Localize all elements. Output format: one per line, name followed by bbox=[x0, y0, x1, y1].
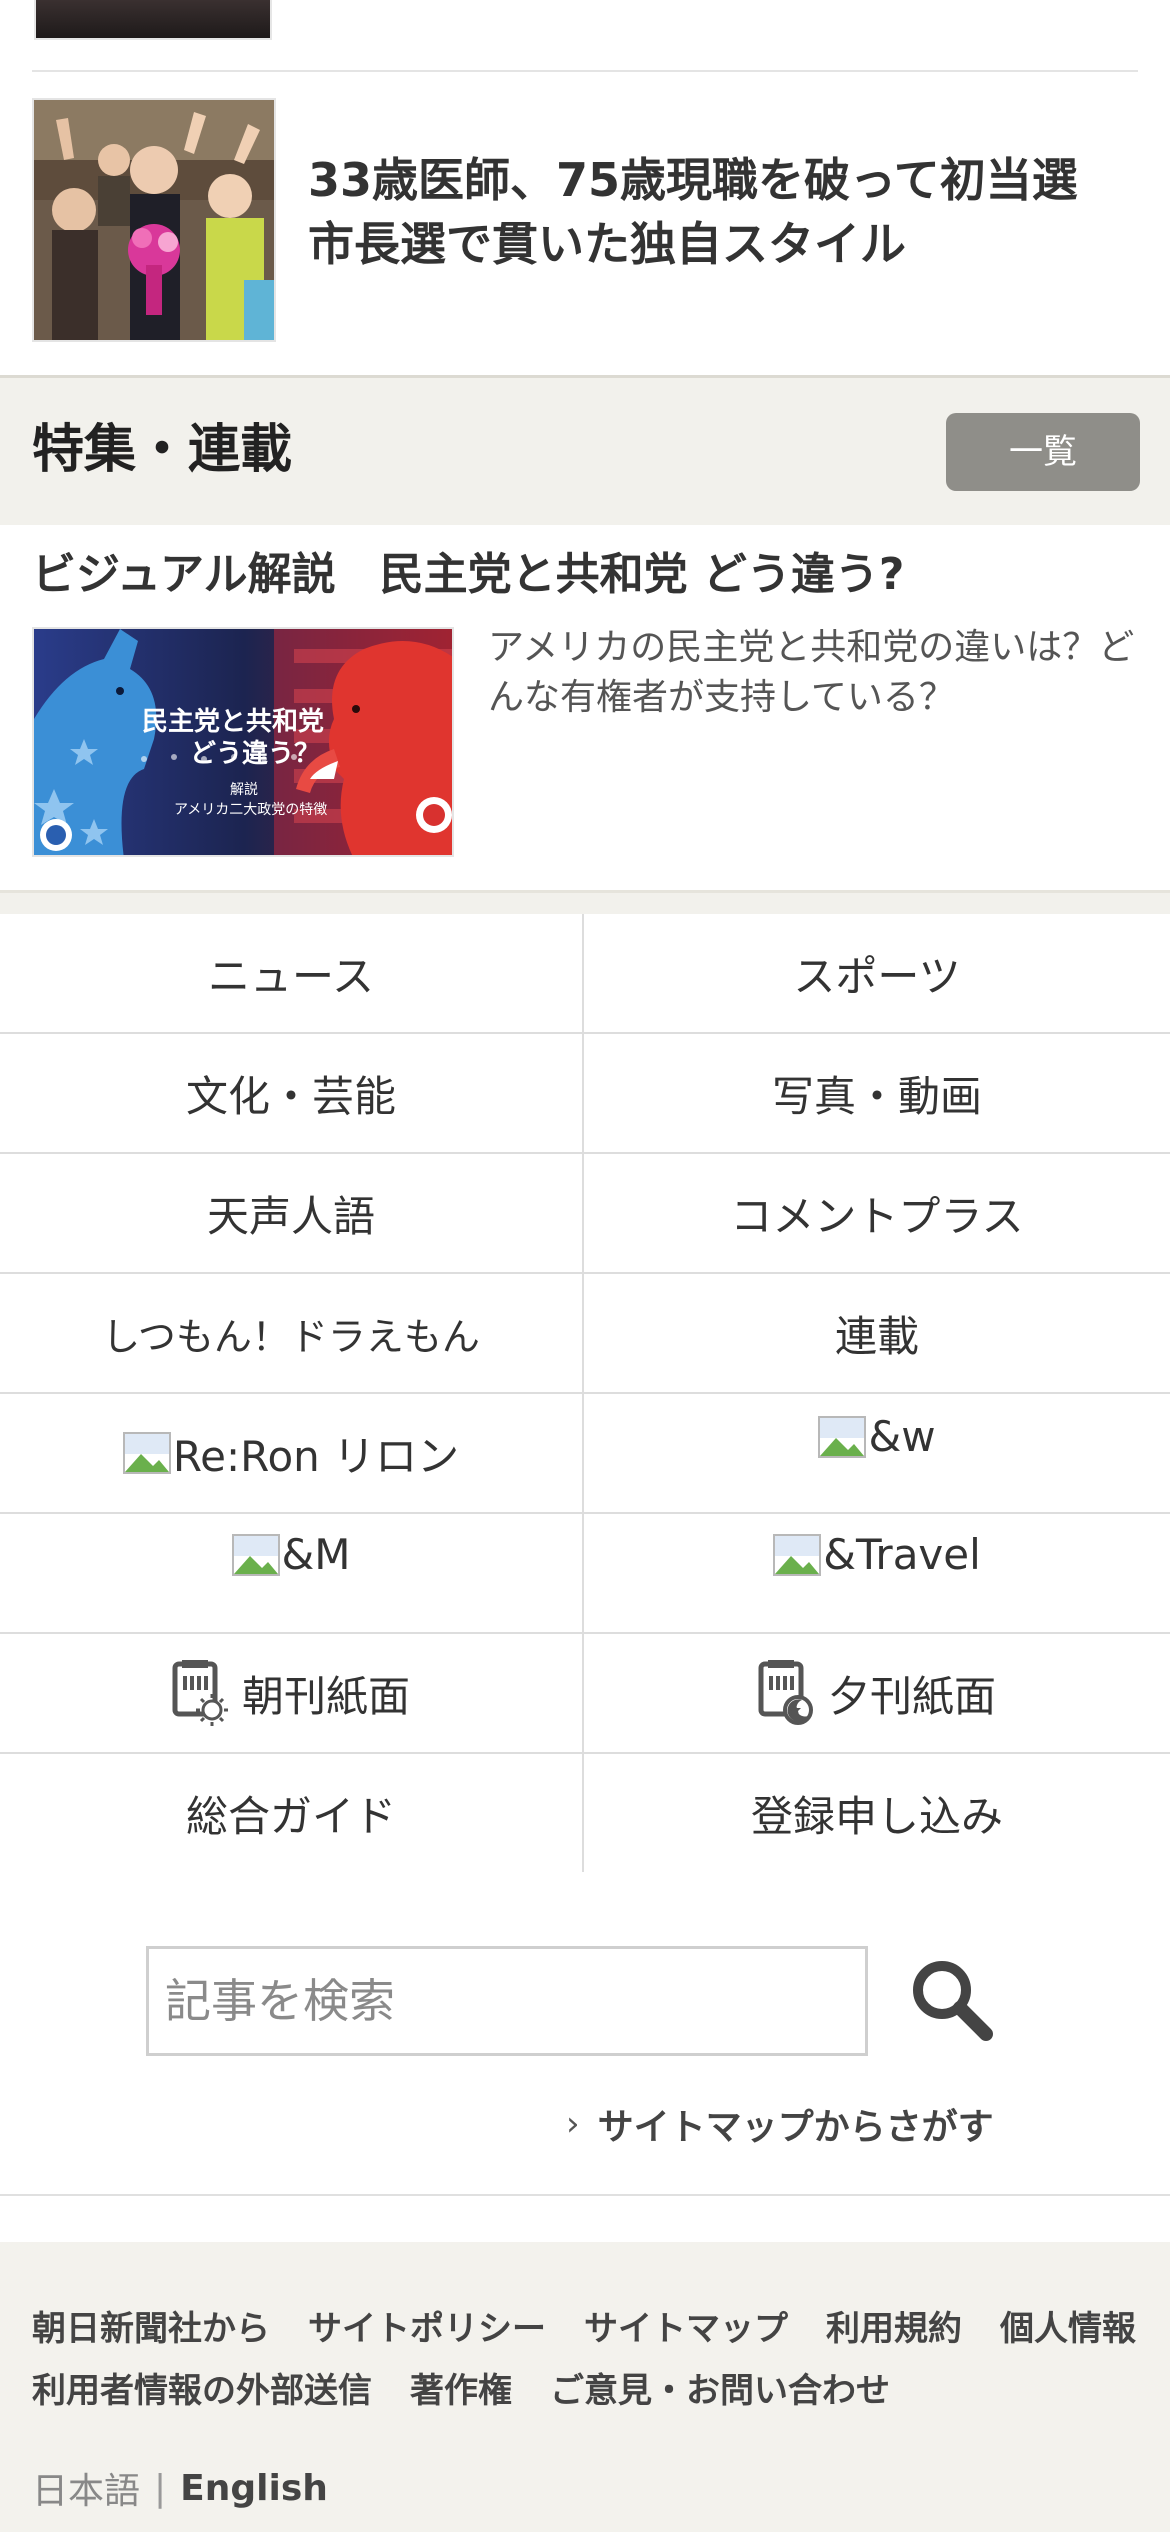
nav-comment-plus[interactable]: コメントプラス bbox=[584, 1154, 1170, 1274]
footer-row-1: 朝日新聞社から サイトポリシー サイトマップ 利用規約 個人情報 bbox=[32, 2298, 1142, 2360]
footer: 朝日新聞社から サイトポリシー サイトマップ 利用規約 個人情報 利用者情報の外… bbox=[0, 2242, 1170, 2532]
lang-english[interactable]: English bbox=[180, 2468, 328, 2509]
nav-label: &w bbox=[868, 1412, 936, 1461]
nav-grid: ニュース スポーツ 文化・芸能 写真・動画 天声人語 コメントプラス しつもん！… bbox=[0, 914, 1170, 1874]
nav-culture[interactable]: 文化・芸能 bbox=[0, 1034, 584, 1154]
nav-general-guide[interactable]: 総合ガイド bbox=[0, 1754, 584, 1874]
nav-register[interactable]: 登録申し込み bbox=[584, 1754, 1170, 1874]
nav-label: 文化・芸能 bbox=[185, 1071, 396, 1121]
evening-paper-icon bbox=[758, 1660, 814, 1726]
nav-label: Re:Ron リロン bbox=[172, 1431, 460, 1481]
article-list: 33歳医師、75歳現職を破って初当選 市長選で貫いた独自スタイル bbox=[0, 0, 1170, 375]
feature-thumbnail-text: 民主党と共和党 どう違う？ 解説 アメリカ二大政党の特徴 bbox=[34, 629, 452, 855]
footer-link-sitemap[interactable]: サイトマップ bbox=[584, 2298, 788, 2360]
thumb-text-line2: どう違う？ bbox=[190, 739, 321, 769]
nav-series[interactable]: 連載 bbox=[584, 1274, 1170, 1394]
article-title-line2: 市長選で貫いた独自スタイル bbox=[308, 217, 906, 271]
thumb-text-line4: アメリカ二大政党の特徴 bbox=[174, 802, 328, 818]
lang-separator: | bbox=[154, 2467, 167, 2509]
nav-tensei-jingo[interactable]: 天声人語 bbox=[0, 1154, 584, 1274]
search-input[interactable] bbox=[146, 1946, 868, 2056]
feature-section-header: 特集・連載 一覧 bbox=[0, 375, 1170, 525]
language-switcher: 日本語 | English bbox=[32, 2462, 328, 2514]
nav-label: しつもん！ドラえもん bbox=[102, 1314, 480, 1359]
article-title[interactable]: 33歳医師、75歳現職を破って初当選 市長選で貫いた独自スタイル bbox=[308, 148, 1128, 276]
nav-and-travel[interactable]: &Travel bbox=[584, 1514, 1170, 1634]
nav-reron[interactable]: Re:Ron リロン bbox=[0, 1394, 584, 1514]
nav-label: スポーツ bbox=[793, 951, 961, 1001]
footer-link-terms[interactable]: 利用規約 bbox=[826, 2298, 962, 2360]
feature-thumbnail[interactable]: 民主党と共和党 どう違う？ 解説 アメリカ二大政党の特徴 bbox=[32, 627, 454, 857]
footer-row-2: 利用者情報の外部送信 著作権 ご意見・お問い合わせ bbox=[32, 2360, 1142, 2422]
footer-link-copyright[interactable]: 著作権 bbox=[410, 2360, 512, 2422]
lang-japanese[interactable]: 日本語 bbox=[32, 2462, 140, 2514]
nav-label: &M bbox=[281, 1530, 351, 1579]
feature-card[interactable]: ビジュアル解説 民主党と共和党 どう違う? 民主党と共和党 どう違う？ 解説 ア… bbox=[0, 525, 1170, 895]
footer-link-company[interactable]: 朝日新聞社から bbox=[32, 2298, 270, 2360]
divider bbox=[32, 70, 1138, 72]
broken-image-icon bbox=[773, 1533, 822, 1576]
nav-label: 夕刊紙面 bbox=[827, 1671, 996, 1721]
sitemap-link-label: サイトマップからさがす bbox=[597, 2107, 994, 2148]
broken-image-icon bbox=[122, 1432, 171, 1474]
footer-link-site-policy[interactable]: サイトポリシー bbox=[308, 2298, 546, 2360]
feature-description: アメリカの民主党と共和党の違いは？どんな有権者が支持している？ bbox=[488, 627, 1135, 718]
search-button[interactable] bbox=[906, 1954, 998, 2046]
nav-morning-edition[interactable]: 朝刊紙面 bbox=[0, 1634, 584, 1754]
article-title-line1: 33歳医師、75歳現職を破って初当選 bbox=[308, 153, 1078, 207]
nav-shitsumon-doraemon[interactable]: しつもん！ドラえもん bbox=[0, 1274, 584, 1394]
nav-news[interactable]: ニュース bbox=[0, 914, 584, 1034]
article-item[interactable]: 33歳医師、75歳現職を破って初当選 市長選で貫いた独自スタイル bbox=[32, 98, 1138, 342]
footer-link-contact[interactable]: ご意見・お問い合わせ bbox=[550, 2360, 890, 2422]
feature-card-title[interactable]: ビジュアル解説 民主党と共和党 どう違う? bbox=[32, 545, 904, 605]
nav-label: 総合ガイド bbox=[185, 1791, 396, 1841]
nav-label: 写真・動画 bbox=[771, 1071, 982, 1121]
sitemap-link[interactable]: › サイトマップからさがす bbox=[566, 2098, 994, 2150]
chevron-right-icon: › bbox=[566, 2104, 580, 2144]
section-title: 特集・連載 bbox=[32, 420, 293, 480]
footer-link-privacy[interactable]: 個人情報 bbox=[1000, 2298, 1136, 2360]
footer-link-external-transmission[interactable]: 利用者情報の外部送信 bbox=[32, 2360, 372, 2422]
footer-links: 朝日新聞社から サイトポリシー サイトマップ 利用規約 個人情報 利用者情報の外… bbox=[32, 2298, 1142, 2422]
article-thumbnail[interactable] bbox=[32, 98, 276, 342]
section-separator bbox=[0, 890, 1170, 914]
nav-photo-video[interactable]: 写真・動画 bbox=[584, 1034, 1170, 1154]
nav-label: &Travel bbox=[823, 1530, 981, 1579]
nav-label: ニュース bbox=[208, 951, 374, 1001]
nav-label: 天声人語 bbox=[206, 1191, 375, 1241]
list-button[interactable]: 一覧 bbox=[946, 413, 1140, 491]
morning-paper-icon bbox=[172, 1660, 228, 1726]
nav-evening-edition[interactable]: 夕刊紙面 bbox=[584, 1634, 1170, 1754]
divider bbox=[0, 2194, 1170, 2196]
nav-label: 登録申し込み bbox=[750, 1791, 1003, 1841]
previous-article-thumbnail[interactable] bbox=[34, 0, 272, 40]
search-icon bbox=[906, 1961, 998, 2049]
nav-and-w[interactable]: &w bbox=[584, 1394, 1170, 1514]
nav-label: 連載 bbox=[834, 1311, 919, 1361]
broken-image-icon bbox=[818, 1415, 867, 1458]
nav-label: コメントプラス bbox=[730, 1191, 1024, 1241]
search-area: › サイトマップからさがす bbox=[0, 1872, 1170, 2196]
thumb-text-line3: 解説 bbox=[230, 782, 258, 798]
broken-image-icon bbox=[231, 1533, 280, 1576]
nav-label: 朝刊紙面 bbox=[241, 1671, 410, 1721]
nav-sports[interactable]: スポーツ bbox=[584, 914, 1170, 1034]
nav-and-m[interactable]: &M bbox=[0, 1514, 584, 1634]
